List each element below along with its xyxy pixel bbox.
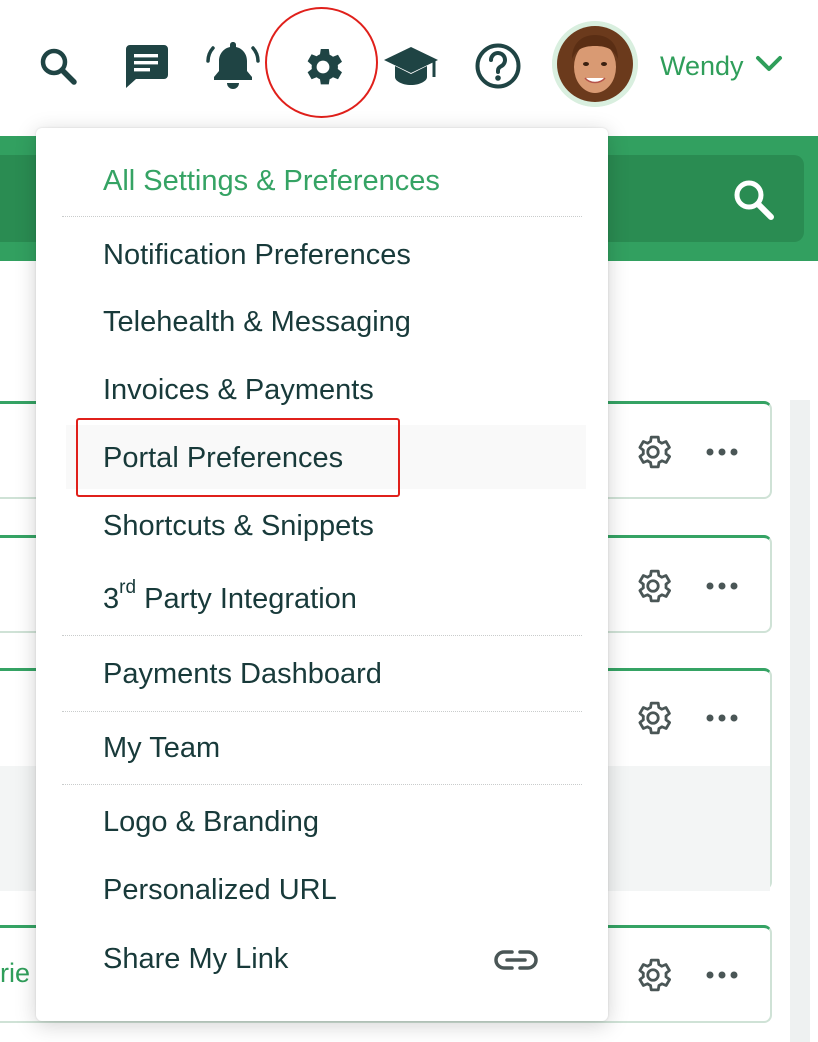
ordinal-number: 3 xyxy=(103,582,120,615)
ordinal-suffix: rd xyxy=(119,577,137,598)
more-options-icon[interactable] xyxy=(702,708,742,728)
scrollbar-track[interactable] xyxy=(790,400,810,1042)
chat-icon[interactable] xyxy=(120,40,174,92)
menu-item-shortcuts-snippets[interactable]: Shortcuts & Snippets xyxy=(103,504,374,548)
graduation-cap-icon[interactable] xyxy=(382,40,440,92)
menu-divider xyxy=(62,635,582,636)
gear-outline-icon[interactable] xyxy=(632,431,674,473)
search-icon[interactable] xyxy=(730,176,778,224)
menu-item-my-team[interactable]: My Team xyxy=(103,726,220,770)
chevron-down-icon xyxy=(754,54,784,79)
menu-item-telehealth-messaging[interactable]: Telehealth & Messaging xyxy=(103,300,411,344)
menu-item-notification-preferences[interactable]: Notification Preferences xyxy=(103,233,411,277)
card-title-partial[interactable]: rie xyxy=(0,958,30,989)
search-icon[interactable] xyxy=(34,42,82,90)
gear-outline-icon[interactable] xyxy=(632,697,674,739)
user-name: Wendy xyxy=(660,50,744,81)
menu-item-share-my-link[interactable]: Share My Link xyxy=(103,937,288,981)
menu-item-third-party-integration[interactable]: 3rd Party Integration xyxy=(103,577,357,621)
gear-outline-icon[interactable] xyxy=(632,954,674,996)
menu-item-personalized-url[interactable]: Personalized URL xyxy=(103,868,337,912)
top-navigation-bar: Wendy xyxy=(0,0,818,130)
menu-item-label: Party Integration xyxy=(144,582,357,615)
bell-icon[interactable] xyxy=(204,38,262,92)
menu-item-logo-branding[interactable]: Logo & Branding xyxy=(103,800,319,844)
menu-item-portal-preferences[interactable]: Portal Preferences xyxy=(103,436,343,480)
link-icon[interactable] xyxy=(492,943,540,977)
settings-dropdown-menu: All Settings & Preferences Notification … xyxy=(36,128,608,1021)
menu-divider xyxy=(62,784,582,785)
menu-item-label xyxy=(136,583,144,616)
user-menu[interactable]: Wendy xyxy=(660,46,784,86)
gear-icon[interactable] xyxy=(296,40,350,94)
help-icon[interactable] xyxy=(472,40,524,92)
menu-divider xyxy=(62,711,582,712)
gear-outline-icon[interactable] xyxy=(632,565,674,607)
avatar[interactable] xyxy=(552,21,638,107)
menu-item-all-settings[interactable]: All Settings & Preferences xyxy=(103,159,440,203)
more-options-icon[interactable] xyxy=(702,965,742,985)
menu-divider xyxy=(62,216,582,217)
menu-item-payments-dashboard[interactable]: Payments Dashboard xyxy=(103,652,382,696)
more-options-icon[interactable] xyxy=(702,442,742,462)
more-options-icon[interactable] xyxy=(702,576,742,596)
menu-item-invoices-payments[interactable]: Invoices & Payments xyxy=(103,368,374,412)
